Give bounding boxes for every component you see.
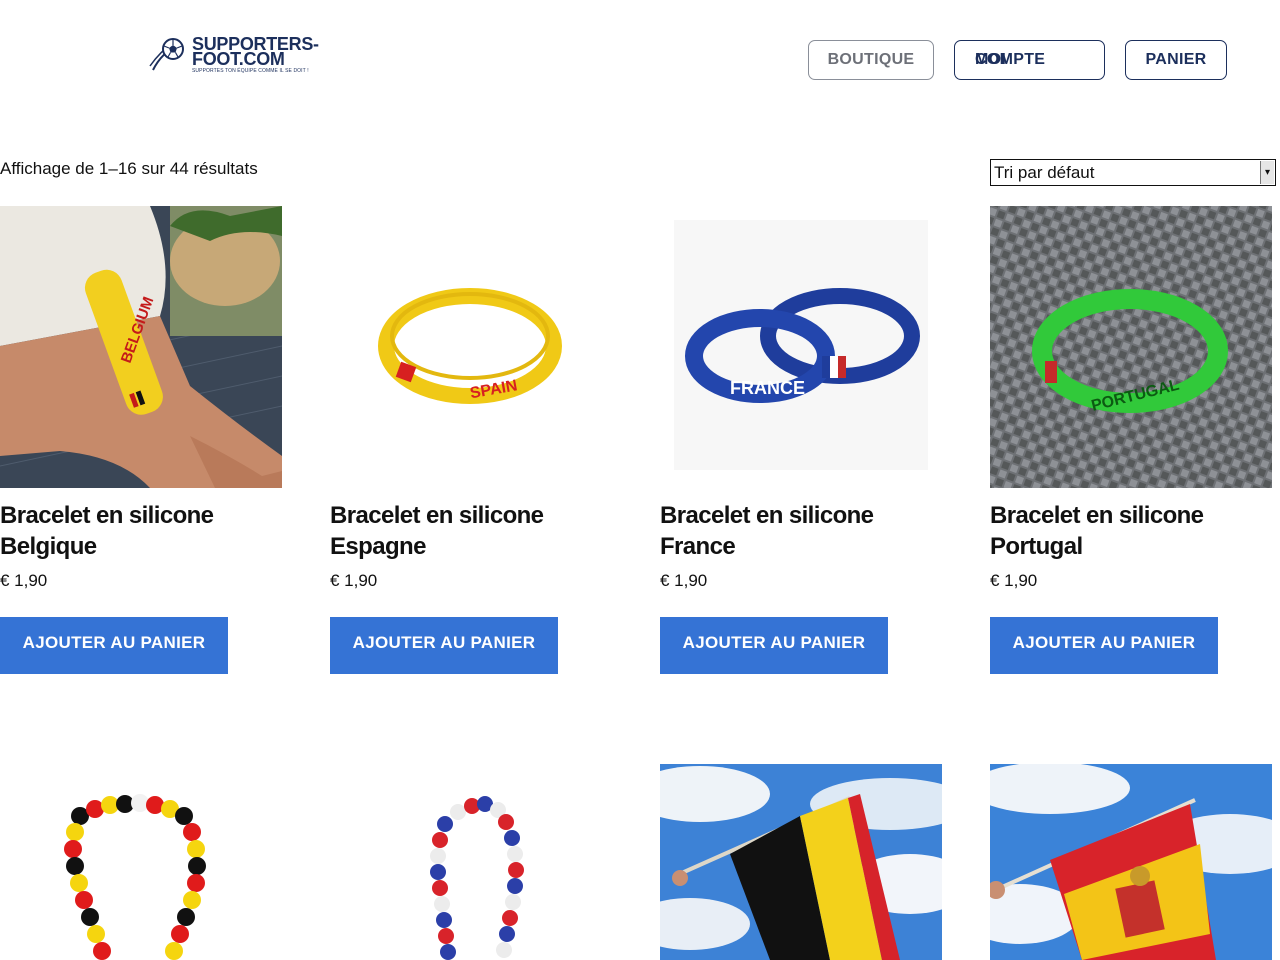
result-count: Affichage de 1–16 sur 44 résultats — [0, 159, 258, 178]
flower-lei-belgium-image — [0, 764, 282, 960]
product-price: € 1,90 — [330, 571, 378, 590]
nav-account-label: COMPTE — [975, 51, 1046, 68]
site-logo[interactable]: SUPPORTERS- FOOT.COM SUPPORTES TON ÉQUIP… — [149, 35, 319, 77]
flag-spain-image — [990, 764, 1272, 960]
bracelet-spain-image: SPAIN — [330, 206, 612, 488]
product-image[interactable] — [330, 764, 612, 960]
bracelet-belgium-image: BELGIUM — [0, 206, 282, 488]
sort-select[interactable]: Tri par défaut ▾ — [990, 159, 1276, 186]
product-title[interactable]: Bracelet en silicone Belgique — [0, 500, 282, 562]
flower-lei-france-image — [330, 764, 612, 960]
product-price: € 1,90 — [990, 571, 1038, 590]
product-title[interactable]: Bracelet en silicone Espagne — [330, 500, 612, 562]
product-image[interactable]: PORTUGAL — [990, 206, 1272, 488]
product-title[interactable]: Bracelet en silicone Portugal — [990, 500, 1272, 562]
product-image[interactable]: SPAIN — [330, 206, 612, 488]
product-price: € 1,90 — [660, 571, 708, 590]
nav-boutique-button[interactable]: BOUTIQUE — [808, 40, 934, 80]
product-image[interactable] — [660, 764, 942, 960]
add-to-cart-button[interactable]: AJOUTER AU PANIER — [990, 617, 1218, 674]
nav-account-button[interactable]: MOI COMPTE — [954, 40, 1105, 80]
add-to-cart-button[interactable]: AJOUTER AU PANIER — [330, 617, 558, 674]
product-price: € 1,90 — [0, 571, 48, 590]
bracelet-portugal-image: PORTUGAL — [990, 206, 1272, 488]
bracelet-text: FRANCE — [730, 378, 805, 398]
sort-select-value: Tri par défaut — [994, 163, 1095, 182]
product-image[interactable]: FRANCE — [660, 206, 942, 488]
logo-text-line2: FOOT.COM — [192, 49, 285, 69]
product-image[interactable]: BELGIUM — [0, 206, 282, 488]
logo-tagline: SUPPORTES TON ÉQUIPE COMME IL SE DOIT ! — [192, 68, 309, 74]
product-image[interactable] — [990, 764, 1272, 960]
nav-cart-button[interactable]: PANIER — [1125, 40, 1227, 80]
bracelet-france-image: FRANCE — [660, 206, 942, 488]
product-title[interactable]: Bracelet en silicone France — [660, 500, 942, 562]
product-image[interactable] — [0, 764, 282, 960]
flag-belgium-image — [660, 764, 942, 960]
add-to-cart-button[interactable]: AJOUTER AU PANIER — [660, 617, 888, 674]
add-to-cart-button[interactable]: AJOUTER AU PANIER — [0, 617, 228, 674]
dropdown-arrow-icon: ▾ — [1260, 161, 1274, 184]
football-icon — [149, 38, 184, 71]
